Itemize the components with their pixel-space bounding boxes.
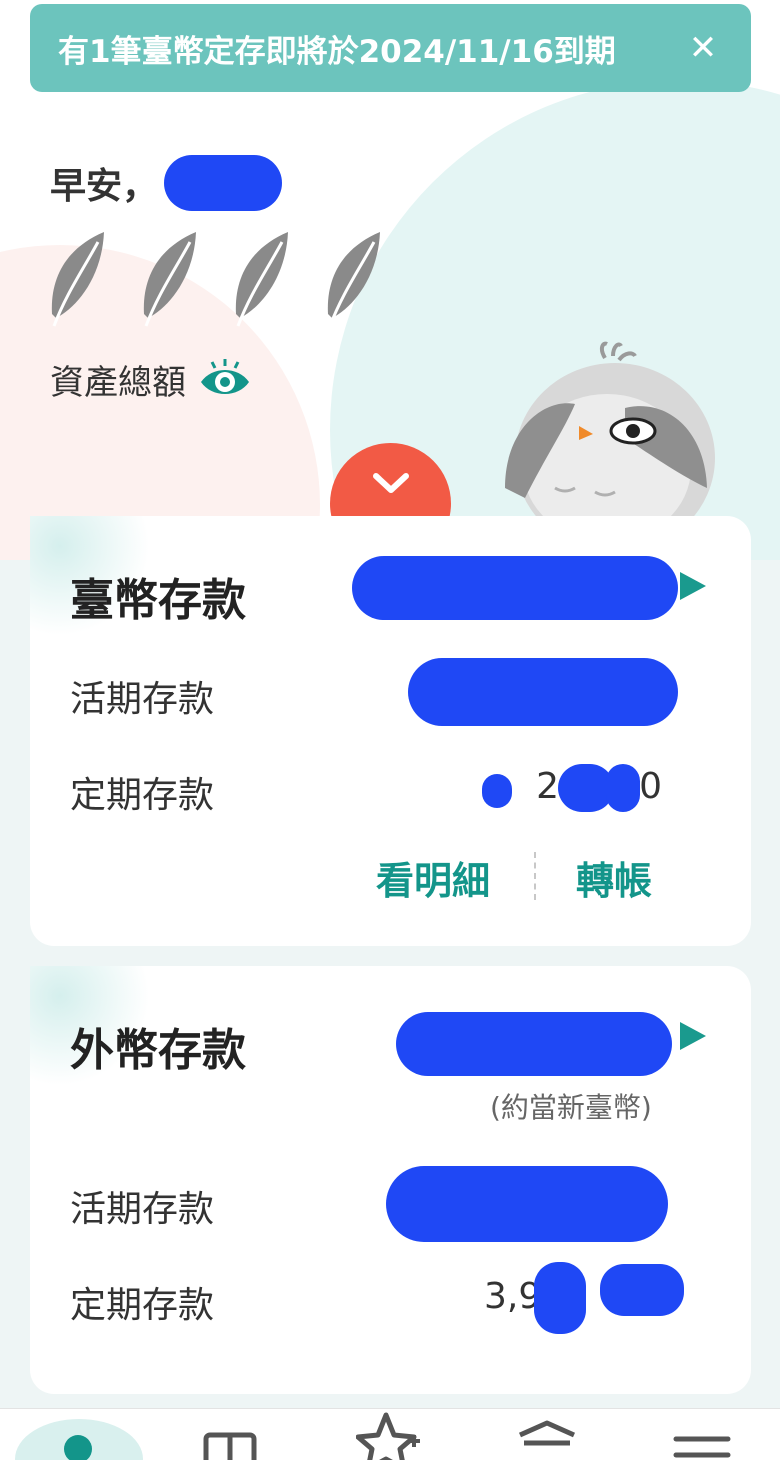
greeting: 早安， — [50, 155, 283, 211]
gift-icon — [203, 1432, 257, 1460]
nav-home[interactable] — [0, 1409, 156, 1460]
feather-level — [46, 228, 386, 328]
nav-bank[interactable] — [516, 1409, 582, 1460]
redacted-demand-amount — [386, 1166, 668, 1242]
feather-icon — [51, 232, 104, 327]
bottom-nav — [0, 1408, 780, 1460]
divider — [534, 852, 536, 900]
twd-deposit-card: 臺幣存款 活期存款 定期存款 2 ,5 , 0 看明細 轉帳 — [30, 516, 751, 946]
redaction-mark — [534, 1262, 586, 1334]
nav-favorites[interactable] — [355, 1409, 426, 1460]
time-deposit-label: 定期存款 — [70, 1285, 215, 1326]
asset-total-label: 資產總額 — [50, 363, 186, 403]
close-icon[interactable]: ✕ — [683, 28, 723, 68]
fx-deposit-card: 外幣存款 (約當新臺幣) 活期存款 定期存款 3,9 — [30, 966, 751, 1394]
bank-icon — [518, 1420, 576, 1446]
feather-icon — [143, 232, 196, 327]
redacted-username — [164, 155, 283, 211]
asset-total: 資產總額 — [50, 355, 252, 404]
menu-icon — [673, 1436, 731, 1458]
card-title: 臺幣存款 — [70, 575, 246, 626]
star-plus-icon — [355, 1412, 420, 1460]
play-arrow-icon[interactable] — [680, 1022, 706, 1050]
redaction-mark — [606, 764, 640, 812]
demand-deposit-label: 活期存款 — [70, 679, 215, 720]
play-arrow-icon[interactable] — [680, 572, 706, 600]
feather-icon — [235, 232, 288, 327]
redaction-mark — [482, 774, 512, 808]
redacted-total-amount — [396, 1012, 672, 1076]
eye-icon[interactable] — [198, 358, 252, 402]
card-title: 外幣存款 — [70, 1025, 246, 1076]
owl-mascot — [505, 341, 715, 528]
feather-icon — [327, 232, 380, 327]
time-deposit-label: 定期存款 — [70, 775, 215, 816]
home-icon — [64, 1435, 92, 1460]
view-details-link[interactable]: 看明細 — [376, 850, 490, 905]
maturity-notice-text: 有1筆臺幣定存即將於2024/11/16到期 — [58, 33, 616, 70]
maturity-notice-banner[interactable]: 有1筆臺幣定存即將於2024/11/16到期 ✕ — [30, 4, 751, 92]
redaction-mark — [600, 1264, 684, 1316]
nav-menu[interactable] — [672, 1409, 734, 1460]
nav-gift[interactable] — [200, 1409, 270, 1460]
twd-equivalent-note: (約當新臺幣) — [490, 1091, 652, 1124]
demand-deposit-label: 活期存款 — [70, 1189, 215, 1230]
greeting-text: 早安， — [50, 166, 159, 207]
transfer-link[interactable]: 轉帳 — [576, 850, 652, 905]
redacted-total-amount — [352, 556, 678, 620]
chevron-down-icon — [372, 473, 409, 493]
redacted-demand-amount — [408, 658, 678, 726]
